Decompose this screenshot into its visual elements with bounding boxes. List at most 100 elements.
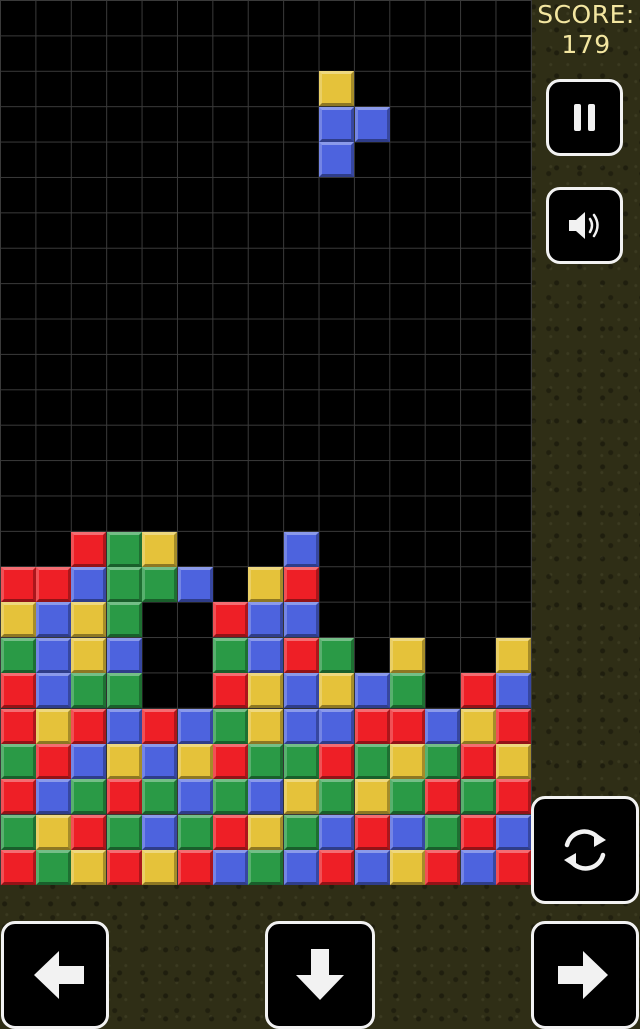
block-yellow [496, 637, 532, 673]
arrow-left-icon [34, 951, 84, 999]
block-green [0, 637, 36, 673]
block-blue [354, 850, 390, 886]
block-red [496, 708, 532, 744]
block-red [212, 673, 248, 709]
block-blue [71, 743, 107, 779]
block-green [354, 743, 390, 779]
block-blue [106, 708, 142, 744]
block-green [106, 531, 142, 567]
block-green [425, 814, 461, 850]
block-red [460, 814, 496, 850]
game-board [0, 0, 532, 886]
block-blue [283, 602, 319, 638]
block-yellow [35, 814, 71, 850]
block-green [35, 850, 71, 886]
block-blue [283, 708, 319, 744]
block-yellow [319, 673, 355, 709]
block-yellow [389, 850, 425, 886]
block-green [319, 637, 355, 673]
block-red [212, 743, 248, 779]
block-blue [35, 673, 71, 709]
block-red [35, 743, 71, 779]
block-green [142, 779, 178, 815]
block-green [71, 673, 107, 709]
block-red [0, 708, 36, 744]
block-green [142, 566, 178, 602]
block-red [71, 708, 107, 744]
move-right-button[interactable] [531, 921, 639, 1029]
block-red [0, 850, 36, 886]
block-blue [319, 814, 355, 850]
block-red [0, 673, 36, 709]
sound-button[interactable] [546, 187, 623, 264]
block-green [283, 743, 319, 779]
falling-block-blue [319, 106, 355, 142]
drop-down-button[interactable] [265, 921, 375, 1029]
block-yellow [248, 708, 284, 744]
block-red [283, 637, 319, 673]
block-blue [496, 673, 532, 709]
block-red [212, 814, 248, 850]
block-green [460, 779, 496, 815]
rotate-button[interactable] [531, 796, 639, 904]
block-red [71, 531, 107, 567]
block-green [212, 708, 248, 744]
block-red [0, 566, 36, 602]
block-red [496, 779, 532, 815]
block-red [71, 814, 107, 850]
block-red [0, 779, 36, 815]
block-green [0, 743, 36, 779]
block-yellow [248, 566, 284, 602]
block-red [212, 602, 248, 638]
block-blue [389, 814, 425, 850]
block-green [248, 850, 284, 886]
block-green [283, 814, 319, 850]
block-blue [177, 708, 213, 744]
block-green [389, 779, 425, 815]
block-blue [283, 850, 319, 886]
block-yellow [142, 850, 178, 886]
block-blue [425, 708, 461, 744]
block-blue [248, 779, 284, 815]
block-green [212, 779, 248, 815]
block-green [106, 814, 142, 850]
block-blue [283, 531, 319, 567]
pause-button[interactable] [546, 79, 623, 156]
block-yellow [106, 743, 142, 779]
block-yellow [389, 637, 425, 673]
score-label: SCORE: [537, 0, 635, 29]
score-value: 179 [561, 30, 611, 59]
block-blue [319, 708, 355, 744]
block-yellow [0, 602, 36, 638]
block-yellow [142, 531, 178, 567]
rotate-icon [564, 829, 606, 871]
block-red [354, 814, 390, 850]
block-yellow [177, 743, 213, 779]
block-blue [142, 814, 178, 850]
block-red [142, 708, 178, 744]
block-green [106, 566, 142, 602]
block-red [460, 743, 496, 779]
block-yellow [71, 850, 107, 886]
block-green [71, 779, 107, 815]
block-blue [177, 779, 213, 815]
block-red [425, 779, 461, 815]
block-red [496, 850, 532, 886]
block-yellow [71, 637, 107, 673]
arrow-down-icon [296, 949, 344, 1000]
block-blue [460, 850, 496, 886]
block-yellow [71, 602, 107, 638]
block-green [177, 814, 213, 850]
block-red [389, 708, 425, 744]
block-blue [142, 743, 178, 779]
block-red [460, 673, 496, 709]
block-green [389, 673, 425, 709]
block-blue [248, 637, 284, 673]
block-red [177, 850, 213, 886]
block-yellow [35, 708, 71, 744]
move-left-button[interactable] [1, 921, 109, 1029]
block-blue [35, 637, 71, 673]
arrow-right-icon [558, 951, 608, 999]
falling-block-blue [319, 142, 355, 178]
block-blue [35, 602, 71, 638]
